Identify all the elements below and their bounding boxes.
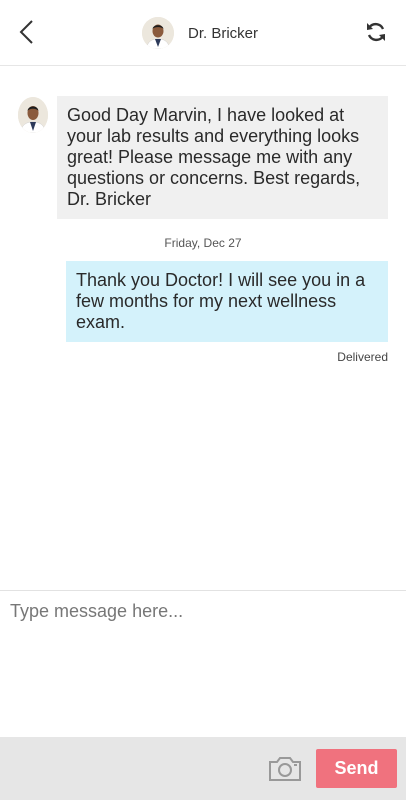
chevron-left-icon — [19, 20, 33, 44]
refresh-icon — [367, 22, 385, 42]
chat-header: Dr. Bricker — [0, 0, 406, 66]
contact-name: Dr. Bricker — [188, 24, 259, 42]
bottom-toolbar: Send — [0, 737, 406, 800]
incoming-message: Good Day Marvin, I have looked at your l… — [57, 96, 388, 219]
doctor-avatar — [142, 17, 174, 49]
camera-icon — [269, 757, 301, 781]
outgoing-message: Thank you Doctor! I will see you in a fe… — [66, 261, 388, 342]
message-composer — [0, 590, 406, 737]
message-input[interactable] — [0, 591, 406, 737]
date-separator: Friday, Dec 27 — [164, 236, 242, 250]
send-button[interactable]: Send — [316, 749, 397, 788]
camera-button[interactable] — [266, 753, 304, 785]
refresh-button[interactable] — [362, 18, 390, 46]
delivery-status: Delivered — [337, 350, 388, 364]
back-button[interactable] — [12, 17, 40, 47]
contact-info[interactable]: Dr. Bricker — [142, 16, 258, 50]
doctor-avatar — [18, 97, 48, 133]
